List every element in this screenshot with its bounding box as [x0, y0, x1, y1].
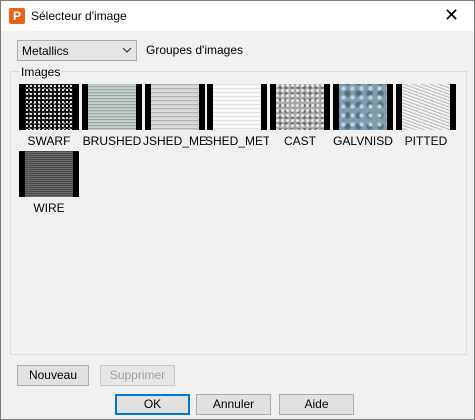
- chevron-down-icon: [121, 43, 133, 57]
- cancel-button[interactable]: Annuler: [196, 394, 271, 415]
- thumbnail-label: WIRE: [33, 201, 65, 215]
- images-group-box: SWARF BRUSHED JSHED_ME1 SHED_MET. CAST G…: [10, 71, 467, 355]
- thumbnail-label: SHED_MET.: [205, 134, 269, 148]
- thumbnail-image: [207, 84, 267, 130]
- thumbnail-image: [19, 84, 79, 130]
- thumbnail-image: [396, 84, 456, 130]
- thumbnail-image: [270, 84, 330, 130]
- thumbnail-label: BRUSHED: [82, 134, 142, 148]
- thumbnail-image: [145, 84, 205, 130]
- thumbnail-label: PITTED: [404, 134, 448, 148]
- image-groups-label: Groupes d'images: [146, 43, 244, 57]
- thumbnail-image: [82, 84, 142, 130]
- close-button[interactable]: ✕: [429, 1, 474, 31]
- window-title: Sélecteur d'image: [31, 9, 127, 23]
- new-button[interactable]: Nouveau: [17, 365, 89, 386]
- thumbnail-label: GALVNISD: [333, 134, 393, 148]
- app-logo-icon: P: [9, 8, 25, 24]
- thumbnail-image: [19, 151, 79, 197]
- thumbnail-label: SWARF: [27, 134, 71, 148]
- thumbnail-image: [333, 84, 393, 130]
- help-button[interactable]: Aide: [279, 394, 354, 415]
- ok-button[interactable]: OK: [115, 394, 190, 415]
- title-bar: P Sélecteur d'image ✕: [1, 1, 474, 31]
- thumbnail-label: CAST: [283, 134, 316, 148]
- delete-button[interactable]: Supprimer: [100, 365, 175, 386]
- image-group-select[interactable]: Metallics: [17, 40, 137, 61]
- image-group-select-value: Metallics: [22, 44, 69, 58]
- images-section-label: Images: [19, 65, 63, 79]
- image-selector-dialog: P Sélecteur d'image ✕ Metallics Groupes …: [0, 0, 475, 420]
- close-icon: ✕: [443, 5, 460, 25]
- thumbnail-label: JSHED_ME1: [143, 134, 207, 148]
